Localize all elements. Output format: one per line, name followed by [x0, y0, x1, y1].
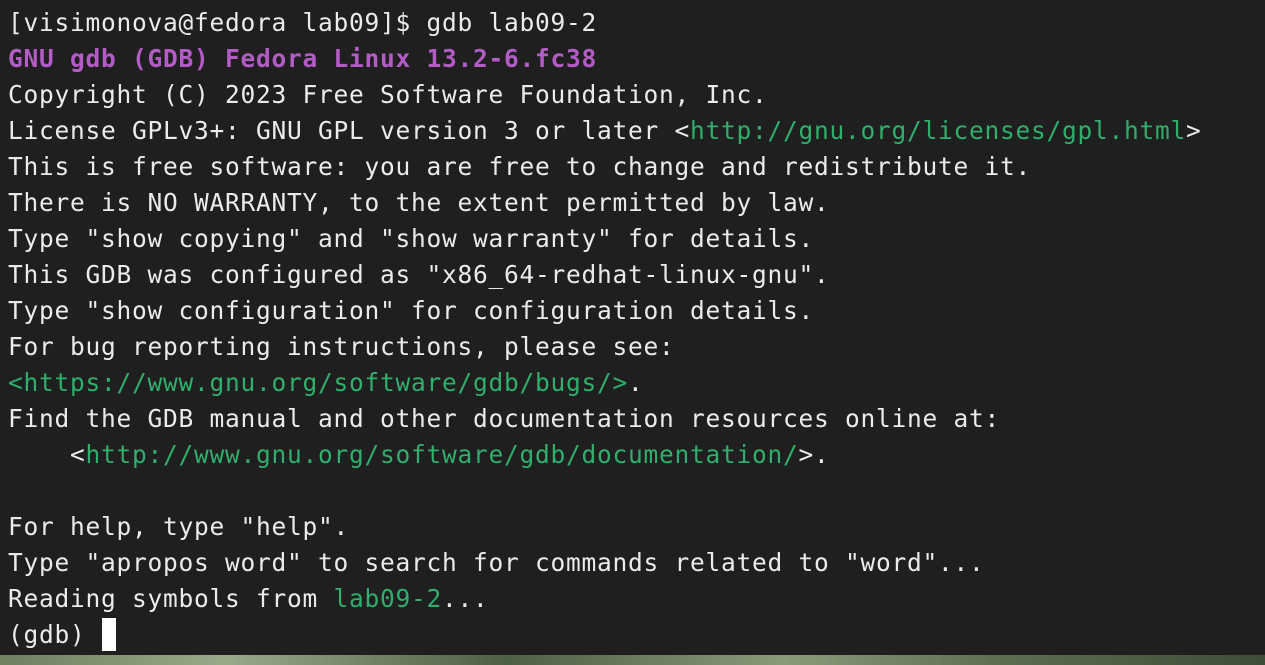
text-cursor: [102, 618, 117, 651]
gdb-prompt: (gdb): [8, 620, 102, 649]
apropos-hint-line: Type "apropos word" to search for comman…: [8, 548, 985, 577]
shell-prompt: [visimonova@fedora lab09]$: [8, 8, 427, 37]
shell-command-line: [visimonova@fedora lab09]$ gdb lab09-2: [8, 5, 1265, 41]
free-software-line: This is free software: you are free to c…: [8, 152, 1032, 181]
docs-url-line: <http://www.gnu.org/software/gdb/documen…: [8, 437, 1265, 473]
bugs-suffix: .: [628, 368, 644, 397]
copyright-line: Copyright (C) 2023 Free Software Foundat…: [8, 80, 768, 109]
docs-suffix: >.: [798, 440, 830, 469]
terminal-window[interactable]: [visimonova@fedora lab09]$ gdb lab09-2 G…: [0, 0, 1265, 655]
reading-suffix: ...: [442, 584, 489, 613]
binary-filename: lab09-2: [333, 584, 443, 613]
license-suffix: >: [1186, 116, 1202, 145]
license-prefix: License GPLv3+: GNU GPL version 3 or lat…: [8, 116, 691, 145]
shell-command: gdb lab09-2: [426, 8, 598, 37]
license-line: License GPLv3+: GNU GPL version 3 or lat…: [8, 113, 1265, 149]
license-link[interactable]: http://gnu.org/licenses/gpl.html: [690, 116, 1186, 145]
desktop-wallpaper-strip: [0, 655, 1265, 665]
bugs-url-line: <https://www.gnu.org/software/gdb/bugs/>…: [8, 365, 1265, 401]
show-copying-line: Type "show copying" and "show warranty" …: [8, 224, 815, 253]
docs-prefix: <: [8, 440, 86, 469]
docs-link[interactable]: http://www.gnu.org/software/gdb/document…: [86, 440, 799, 469]
gdb-prompt-line[interactable]: (gdb): [8, 617, 1265, 653]
help-hint-line: For help, type "help".: [8, 512, 350, 541]
reading-symbols-line: Reading symbols from lab09-2...: [8, 581, 1265, 617]
reading-prefix: Reading symbols from: [8, 584, 334, 613]
configured-as-line: This GDB was configured as "x86_64-redha…: [8, 260, 830, 289]
no-warranty-line: There is NO WARRANTY, to the extent perm…: [8, 188, 830, 217]
gdb-banner: GNU gdb (GDB) Fedora Linux 13.2-6.fc38: [8, 44, 598, 73]
find-manual-line: Find the GDB manual and other documentat…: [8, 404, 1001, 433]
bugs-link[interactable]: <https://www.gnu.org/software/gdb/bugs/>: [8, 368, 628, 397]
show-configuration-line: Type "show configuration" for configurat…: [8, 296, 815, 325]
bug-reporting-line: For bug reporting instructions, please s…: [8, 332, 675, 361]
